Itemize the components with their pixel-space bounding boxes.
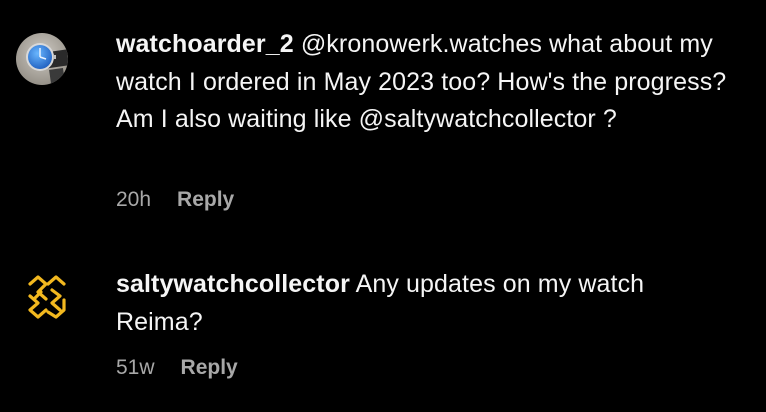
comment-meta: 51w Reply	[116, 356, 238, 380]
swc-monogram-logo-icon	[22, 272, 72, 322]
reply-button[interactable]: Reply	[177, 188, 234, 212]
user-avatar[interactable]	[16, 33, 68, 85]
wristwatch-photo-avatar-icon	[16, 33, 68, 85]
comment-text-block: watchoarder_2 @kronowerk.watches what ab…	[116, 26, 736, 139]
comment-timestamp[interactable]: 51w	[116, 356, 155, 380]
comment-username[interactable]: saltywatchcollector	[116, 270, 350, 298]
reply-button[interactable]: Reply	[181, 356, 238, 380]
comment-meta: 20h Reply	[116, 188, 234, 212]
comment-username[interactable]: watchoarder_2	[116, 30, 294, 58]
user-avatar[interactable]	[22, 272, 72, 322]
comment-timestamp[interactable]: 20h	[116, 188, 151, 212]
comment-text-block: saltywatchcollector Any updates on my wa…	[116, 266, 736, 341]
